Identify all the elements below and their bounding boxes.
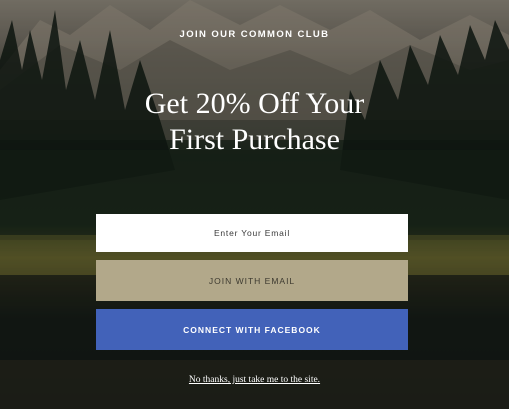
connect-with-facebook-button[interactable]: CONNECT WITH FACEBOOK: [96, 309, 408, 350]
join-with-email-button[interactable]: JOIN WITH EMAIL: [96, 260, 408, 301]
connect-with-facebook-label: CONNECT WITH FACEBOOK: [183, 324, 321, 335]
no-thanks-link[interactable]: No thanks, just take me to the site.: [189, 375, 320, 385]
join-with-email-label: JOIN WITH EMAIL: [208, 275, 296, 286]
offer-headline: Get 20% Off Your First Purchase: [0, 86, 509, 158]
signup-popup: JOIN OUR COMMON CLUB Get 20% Off Your Fi…: [0, 0, 509, 409]
headline-line-1: Get 20% Off Your: [144, 87, 365, 120]
decline-container: No thanks, just take me to the site.: [0, 369, 509, 387]
club-kicker-text: JOIN OUR COMMON CLUB: [179, 29, 330, 40]
email-field[interactable]: [96, 214, 408, 252]
headline-line-2: First Purchase: [169, 123, 340, 156]
